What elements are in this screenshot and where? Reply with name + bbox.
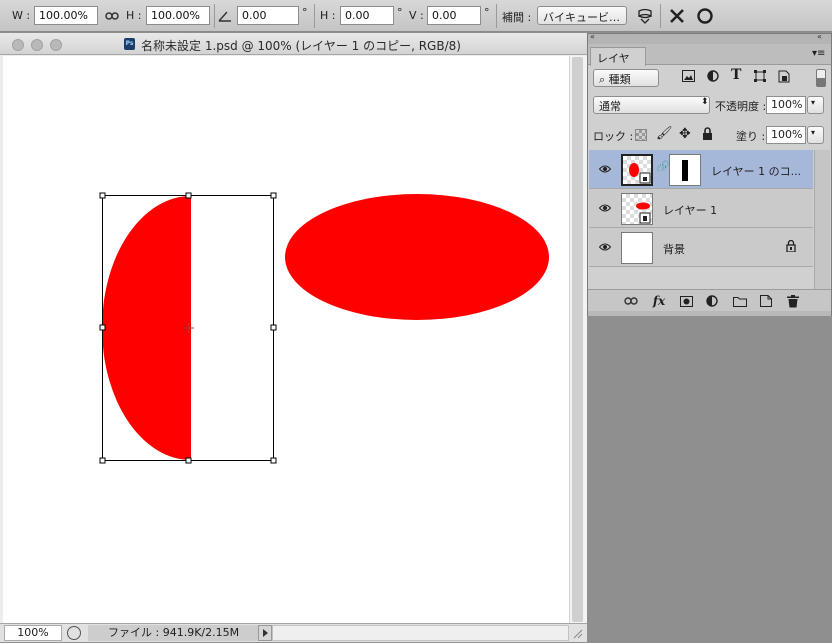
separator xyxy=(314,4,315,28)
visibility-eye-icon[interactable] xyxy=(598,163,612,175)
layer-thumbnail[interactable] xyxy=(621,232,653,264)
search-icon: ⌕ xyxy=(599,73,606,86)
rotate-angle-field[interactable]: 0.00 xyxy=(237,6,299,25)
filter-adjustment-icon[interactable] xyxy=(707,70,719,85)
layer-row-layer-1[interactable]: レイヤー 1 xyxy=(589,189,813,228)
layer-thumbnail[interactable] xyxy=(621,154,653,186)
canvas[interactable] xyxy=(3,56,569,623)
v-skew-field[interactable]: 0.00 xyxy=(427,6,481,25)
degree-symbol: ° xyxy=(397,6,403,19)
opacity-label: 不透明度 : xyxy=(715,100,767,113)
layer-mask-thumbnail[interactable] xyxy=(669,154,701,186)
fill-field[interactable]: 100% xyxy=(766,126,806,144)
status-info-icon[interactable] xyxy=(67,626,81,640)
commit-transform-icon[interactable] xyxy=(694,5,716,27)
v-skew-label: V : xyxy=(409,9,424,22)
layer-thumbnail[interactable] xyxy=(621,193,653,225)
lock-all-icon[interactable] xyxy=(702,127,713,143)
link-icon[interactable] xyxy=(101,5,123,27)
tab-layers[interactable]: レイヤー xyxy=(590,47,646,81)
link-layers-icon[interactable] xyxy=(623,293,639,309)
lock-image-pixels-icon[interactable]: 🖌 xyxy=(656,126,673,141)
vertical-scroll-thumb[interactable] xyxy=(572,57,583,622)
visibility-eye-icon[interactable] xyxy=(598,241,612,253)
separator xyxy=(496,4,497,28)
filter-type-icon[interactable]: T xyxy=(731,67,741,83)
layer-lock-icon xyxy=(786,239,796,255)
height-field[interactable]: 100.00% xyxy=(146,6,210,25)
resize-grip-icon[interactable] xyxy=(571,627,583,642)
cancel-transform-icon[interactable] xyxy=(666,5,688,27)
panel-menu-icon[interactable]: ▾≡ xyxy=(812,48,825,59)
delete-layer-trash-icon[interactable] xyxy=(785,293,801,309)
document-window: Ps 名称未設定 1.psd @ 100% (レイヤー 1 のコピー, RGB/… xyxy=(0,33,587,642)
layers-panel: « « レイヤー ▾≡ ⌕ 種類 T 通常 ⬍ 不透明度 : 100% ▾ ロッ… xyxy=(587,32,832,316)
mask-shape xyxy=(682,160,688,181)
mask-link-icon[interactable]: 🔗 xyxy=(656,160,670,173)
half-ellipse-shape xyxy=(102,196,191,460)
layer-row-copy[interactable]: 🔗 レイヤー 1 のコ... xyxy=(589,150,813,189)
filter-kind-label: 種類 xyxy=(608,73,631,86)
separator xyxy=(660,4,661,28)
new-group-folder-icon[interactable] xyxy=(732,293,748,309)
blend-mode-dropdown[interactable]: 通常 xyxy=(593,96,710,114)
options-bar: W : 100.00% H : 100.00% 0.00 ° H : 0.00 … xyxy=(0,0,832,32)
filter-kind-dropdown[interactable]: ⌕ 種類 xyxy=(593,69,659,87)
dropdown-arrow-icon: ⬍ xyxy=(701,97,709,107)
fill-dropdown-button[interactable]: ▾ xyxy=(807,126,824,144)
document-title: 名称未設定 1.psd @ 100% (レイヤー 1 のコピー, RGB/8) xyxy=(141,39,461,53)
layer-style-fx-icon[interactable]: fx xyxy=(651,293,667,309)
add-mask-icon[interactable] xyxy=(678,293,694,309)
visibility-eye-icon[interactable] xyxy=(598,202,612,214)
ellipse-shape xyxy=(285,194,549,320)
filter-smart-object-icon[interactable] xyxy=(778,70,790,86)
psd-file-icon: Ps xyxy=(124,38,135,50)
new-adjustment-layer-icon[interactable] xyxy=(704,293,720,309)
layer-name[interactable]: レイヤー 1 のコ... xyxy=(711,163,801,179)
file-size-info: ファイル : 941.9K/2.15M xyxy=(88,625,258,641)
opacity-dropdown-button[interactable]: ▾ xyxy=(807,96,824,114)
minimize-window-button[interactable] xyxy=(31,39,43,51)
collapse-panel-icon[interactable]: « xyxy=(817,32,822,41)
close-window-button[interactable] xyxy=(12,39,24,51)
panel-footer: fx xyxy=(588,289,831,311)
layer-name[interactable]: 背景 xyxy=(663,241,685,257)
warp-mode-icon[interactable] xyxy=(634,5,656,27)
lock-transparent-pixels-icon[interactable] xyxy=(635,129,647,141)
degree-symbol: ° xyxy=(302,6,308,19)
horizontal-scrollbar[interactable] xyxy=(272,625,569,641)
rotate-angle-icon xyxy=(214,5,236,27)
filter-shape-icon[interactable] xyxy=(754,70,766,85)
interpolation-dropdown[interactable]: バイキュービ… xyxy=(537,6,627,25)
lock-position-icon[interactable]: ✥ xyxy=(679,126,691,142)
h-skew-label: H : xyxy=(320,9,336,22)
lock-label: ロック : xyxy=(593,130,634,143)
opacity-field[interactable]: 100% xyxy=(766,96,806,114)
panel-tab-row: レイヤー ▾≡ xyxy=(588,44,831,81)
height-label: H : xyxy=(126,9,142,22)
status-menu-arrow-icon[interactable] xyxy=(258,625,272,641)
filter-toggle-switch[interactable] xyxy=(816,69,826,87)
canvas-artwork xyxy=(99,192,549,464)
panel-header-strip: « « xyxy=(588,32,831,44)
fill-label: 塗り : xyxy=(736,130,766,143)
new-layer-icon[interactable] xyxy=(758,293,774,309)
interpolation-label: 補間 : xyxy=(502,11,532,24)
status-bar: 100% ファイル : 941.9K/2.15M xyxy=(0,623,587,642)
degree-symbol: ° xyxy=(484,6,490,19)
panel-resize-grip[interactable] xyxy=(588,311,831,316)
layer-row-background[interactable]: 背景 xyxy=(589,228,813,267)
zoom-window-button[interactable] xyxy=(50,39,62,51)
layers-scrollbar[interactable] xyxy=(814,150,830,290)
width-field[interactable]: 100.00% xyxy=(34,6,98,25)
zoom-level-field[interactable]: 100% xyxy=(4,625,62,641)
document-title-bar: Ps 名称未設定 1.psd @ 100% (レイヤー 1 のコピー, RGB/… xyxy=(0,33,587,55)
width-label: W : xyxy=(12,9,31,22)
layer-name[interactable]: レイヤー 1 xyxy=(663,202,717,218)
filter-pixel-icon[interactable] xyxy=(682,70,695,85)
collapse-left-icon[interactable]: « xyxy=(590,32,595,41)
h-skew-field[interactable]: 0.00 xyxy=(340,6,394,25)
